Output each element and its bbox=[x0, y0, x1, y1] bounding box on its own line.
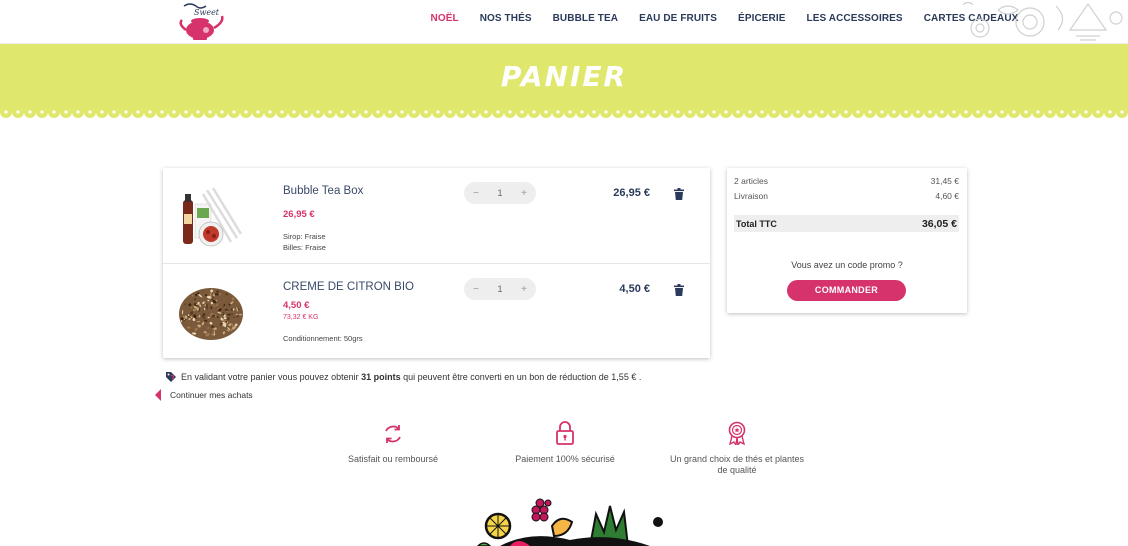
qty-increase-button[interactable]: + bbox=[521, 188, 527, 199]
fruit-doodle-decoration bbox=[962, 1, 1123, 41]
trash-icon[interactable] bbox=[674, 188, 684, 200]
qty-decrease-button[interactable]: − bbox=[473, 188, 479, 199]
continue-shopping-link[interactable]: Continuer mes achats bbox=[155, 389, 253, 401]
continue-label: Continuer mes achats bbox=[170, 390, 253, 400]
articles-label: 2 articles bbox=[734, 176, 769, 186]
qty-value[interactable]: 1 bbox=[497, 284, 502, 294]
feature-satisfaction: Satisfait ou remboursé bbox=[323, 423, 463, 465]
product-price: 4,50 € bbox=[283, 300, 310, 311]
nav-item-bubble-tea[interactable]: BUBBLE TEA bbox=[553, 13, 618, 24]
feature-label: Paiement 100% sécurisé bbox=[515, 454, 615, 464]
order-summary-panel: 2 articles 31,45 € Livraison 4,60 € Tota… bbox=[727, 168, 967, 313]
quantity-stepper: − 1 + bbox=[464, 278, 536, 300]
svg-text:Sweet: Sweet bbox=[194, 8, 220, 17]
cart-items-panel: Bubble Tea Box 26,95 € Sirop: Fraise Bil… bbox=[163, 168, 710, 358]
qty-value[interactable]: 1 bbox=[497, 188, 502, 198]
main-nav: NOËL NOS THÉS BUBBLE TEA EAU DE FRUITS É… bbox=[420, 0, 1029, 36]
promo-code-link[interactable]: Vous avez un code promo ? bbox=[727, 260, 967, 270]
points-text-after: qui peuvent être converti en un bon de r… bbox=[403, 372, 642, 382]
articles-value: 31,45 € bbox=[930, 176, 959, 186]
teapot-logo-icon[interactable]: Sweet bbox=[176, 0, 228, 42]
product-name[interactable]: CREME DE CITRON BIO bbox=[283, 281, 414, 293]
nav-item-nos-thes[interactable]: NOS THÉS bbox=[480, 13, 532, 24]
nav-item-eau-de-fruits[interactable]: EAU DE FRUITS bbox=[639, 13, 717, 24]
feature-label: Satisfait ou remboursé bbox=[347, 454, 439, 464]
total-label: Total TTC bbox=[736, 218, 777, 229]
tag-icon bbox=[166, 372, 176, 382]
nav-item-noel[interactable]: NOËL bbox=[431, 13, 459, 24]
product-price: 26,95 € bbox=[283, 209, 315, 220]
summary-shipping-row: Livraison 4,60 € bbox=[734, 191, 959, 201]
cart-item-row: CREME DE CITRON BIO 4,50 € 73,32 € KG Co… bbox=[163, 263, 710, 358]
quantity-stepper: − 1 + bbox=[464, 182, 536, 204]
chevron-left-icon bbox=[155, 389, 161, 401]
nav-item-accessoires[interactable]: LES ACCESSOIRES bbox=[807, 13, 903, 24]
shipping-value: 4,60 € bbox=[935, 191, 959, 201]
product-option: Sirop: Fraise bbox=[283, 232, 326, 241]
qty-increase-button[interactable]: + bbox=[521, 284, 527, 295]
page-banner: PANIER bbox=[0, 44, 1128, 112]
points-text-before: En validant votre panier vous pouvez obt… bbox=[181, 372, 359, 382]
loyalty-points-info: En validant votre panier vous pouvez obt… bbox=[165, 371, 641, 383]
bubble-tea-box-product-image[interactable] bbox=[177, 182, 245, 250]
summary-articles-row: 2 articles 31,45 € bbox=[734, 176, 959, 186]
points-amount: 31 points bbox=[361, 372, 401, 382]
product-name[interactable]: Bubble Tea Box bbox=[283, 185, 363, 197]
product-unit-price: 73,32 € KG bbox=[283, 314, 319, 321]
site-header: Sweet NOËL NOS THÉS BUBBLE TEA EAU DE FR… bbox=[0, 0, 1128, 44]
product-option: Billes: Fraise bbox=[283, 243, 326, 252]
page-title: PANIER bbox=[500, 60, 628, 93]
line-total: 26,95 € bbox=[613, 187, 650, 199]
total-value: 36,05 € bbox=[921, 217, 957, 230]
summary-total-row: Total TTC 36,05 € bbox=[734, 215, 959, 232]
nav-item-epicerie[interactable]: ÉPICERIE bbox=[738, 13, 785, 24]
feature-label: Un grand choix de thés et plantes de qua… bbox=[669, 454, 805, 475]
feature-choice: Un grand choix de thés et plantes de qua… bbox=[667, 421, 807, 476]
creme-de-citron-product-image[interactable] bbox=[177, 278, 245, 346]
product-option: Conditionnement: 50grs bbox=[283, 334, 363, 343]
shipping-label: Livraison bbox=[734, 191, 769, 201]
trash-icon[interactable] bbox=[674, 284, 684, 296]
fruit-illustration bbox=[476, 498, 663, 546]
order-button[interactable]: COMMANDER bbox=[787, 280, 906, 301]
lace-border-decoration bbox=[0, 104, 1128, 118]
cart-item-row: Bubble Tea Box 26,95 € Sirop: Fraise Bil… bbox=[163, 168, 710, 263]
award-ribbon-icon bbox=[728, 421, 746, 445]
refresh-icon bbox=[385, 425, 401, 443]
qty-decrease-button[interactable]: − bbox=[473, 284, 479, 295]
line-total: 4,50 € bbox=[619, 283, 650, 295]
padlock-icon bbox=[556, 421, 574, 445]
feature-secure-payment: Paiement 100% sécurisé bbox=[495, 421, 635, 465]
